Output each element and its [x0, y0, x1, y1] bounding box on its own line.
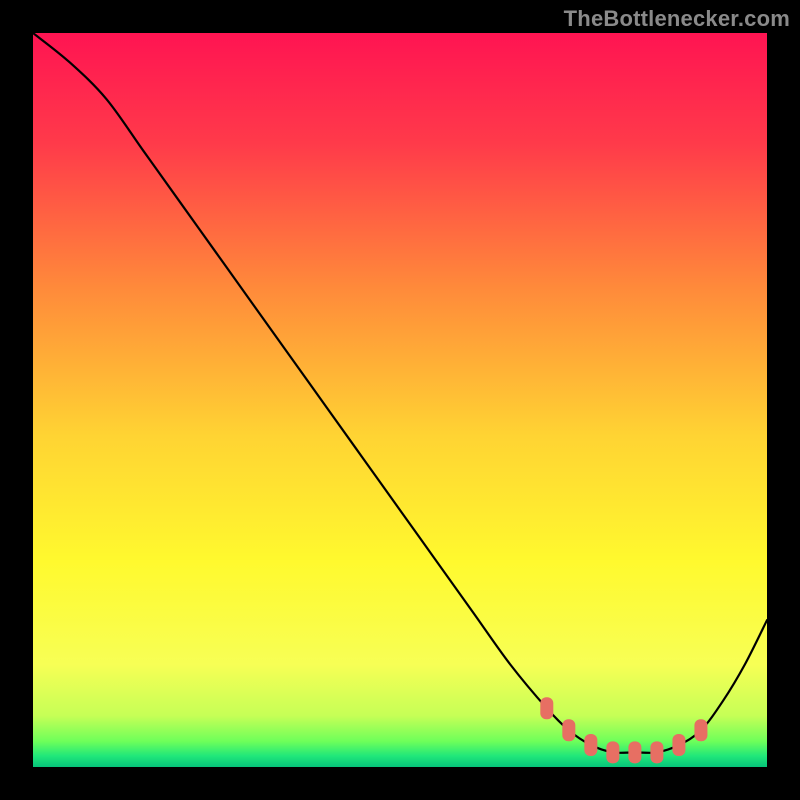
gradient-background	[33, 33, 767, 767]
chart-svg	[33, 33, 767, 767]
marker-dot	[584, 734, 597, 756]
marker-dot	[694, 719, 707, 741]
plot-area	[33, 33, 767, 767]
marker-dot	[650, 741, 663, 763]
marker-dot	[562, 719, 575, 741]
chart-frame: TheBottlenecker.com	[0, 0, 800, 800]
marker-dot	[672, 734, 685, 756]
marker-dot	[540, 697, 553, 719]
watermark-text: TheBottlenecker.com	[564, 6, 790, 32]
marker-dot	[606, 741, 619, 763]
marker-dot	[628, 741, 641, 763]
